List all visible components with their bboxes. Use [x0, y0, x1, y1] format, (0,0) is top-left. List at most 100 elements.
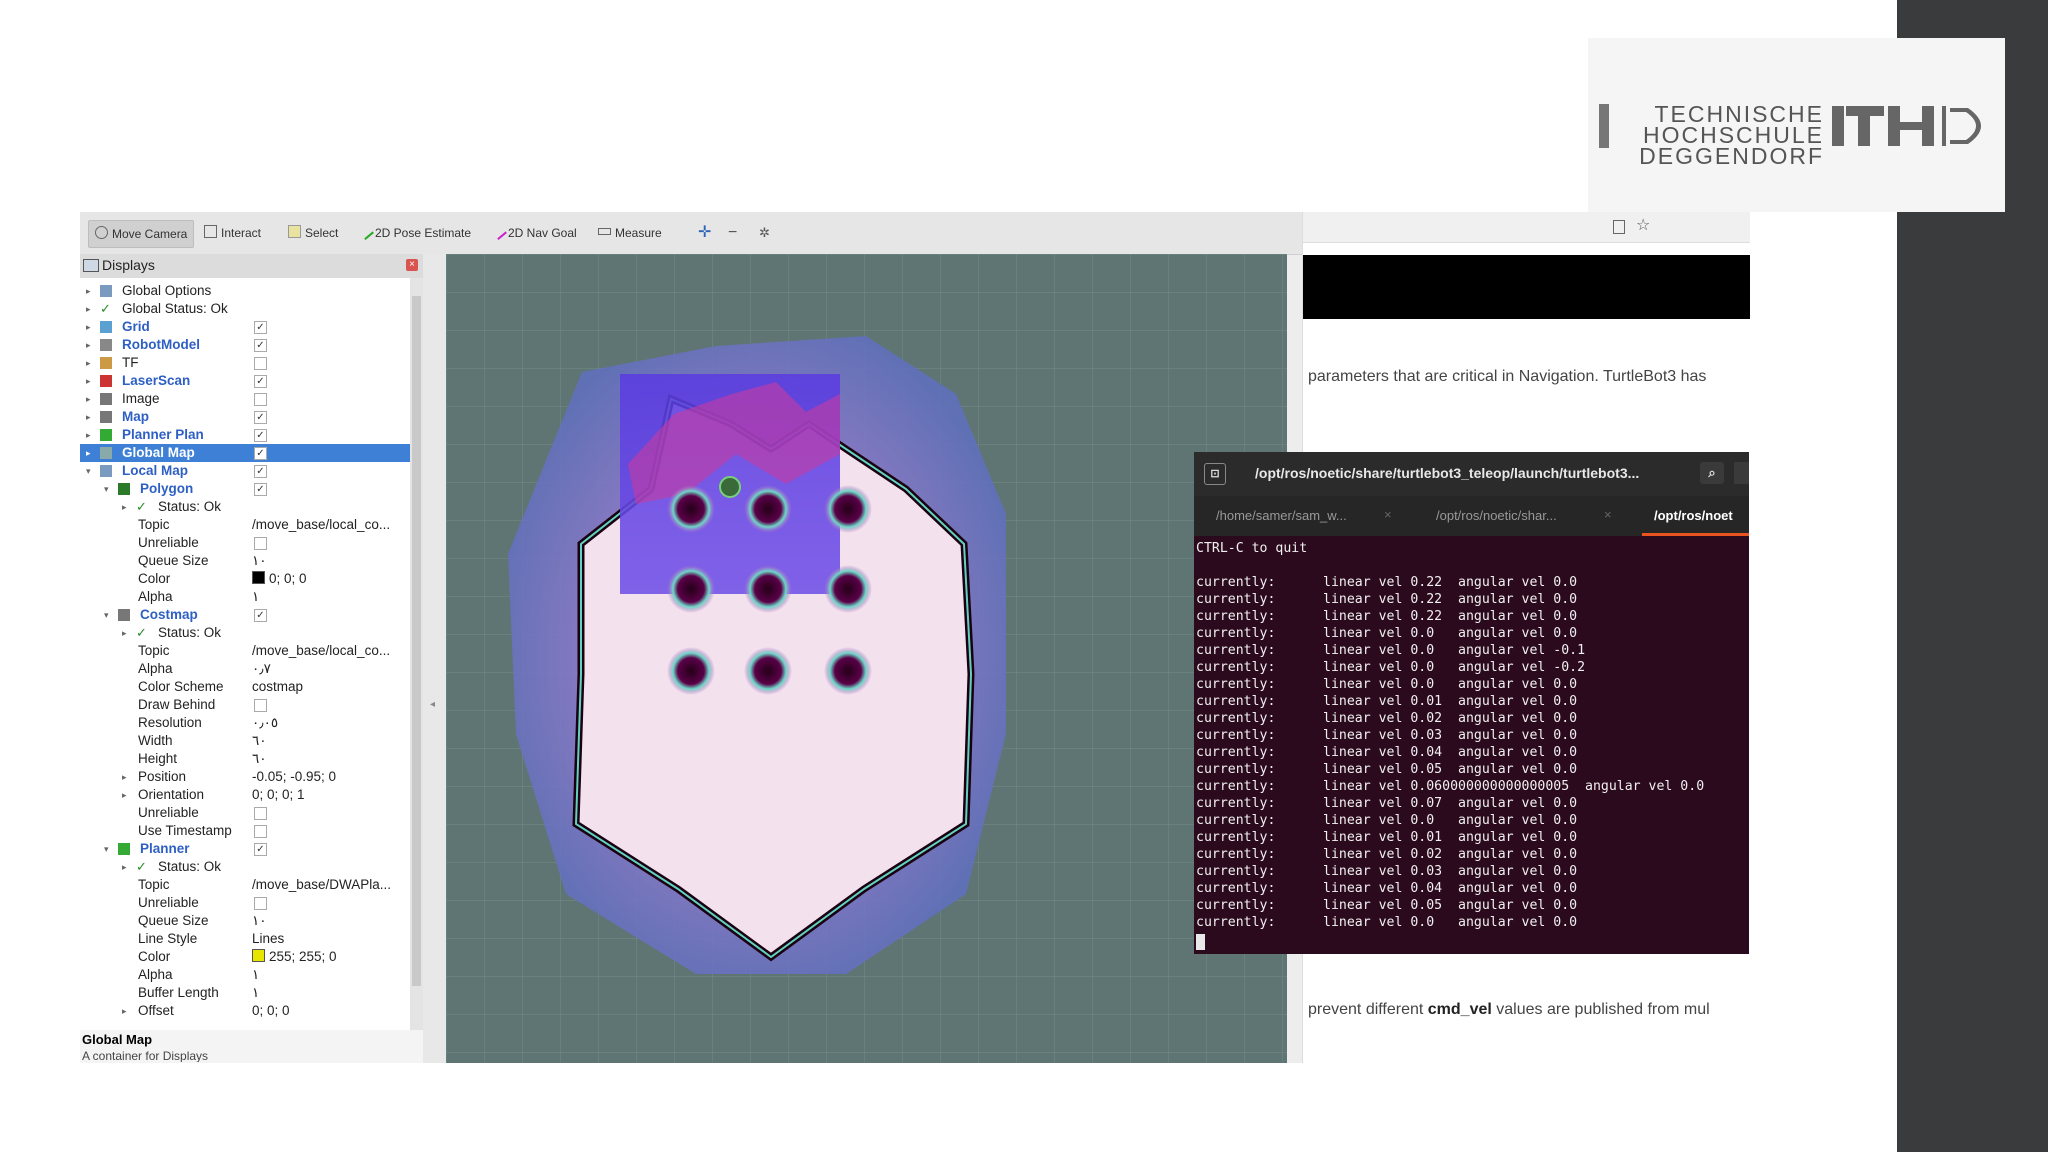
display-row[interactable]: Resolution ٠٫٠٥: [80, 714, 410, 732]
enable-checkbox[interactable]: [254, 807, 267, 820]
property-value-cell[interactable]: ١: [252, 588, 259, 606]
property-value[interactable]: /move_base/local_co...: [252, 517, 390, 532]
property-value[interactable]: /move_base/DWAPla...: [252, 877, 391, 892]
property-value[interactable]: ١٠: [252, 553, 267, 568]
display-row[interactable]: Queue Size ١٠: [80, 552, 410, 570]
display-row[interactable]: ▸ TF: [80, 354, 410, 372]
display-row[interactable]: Color 0; 0; 0: [80, 570, 410, 588]
panel-splitter[interactable]: ◂: [423, 254, 446, 1063]
property-value[interactable]: ١: [252, 967, 259, 982]
tool-properties-icon[interactable]: ✲: [753, 220, 776, 246]
enable-checkbox[interactable]: ✓: [254, 321, 267, 334]
costmap-render[interactable]: [446, 254, 1287, 1063]
property-value-cell[interactable]: /move_base/local_co...: [252, 642, 390, 660]
display-row[interactable]: ▾ Planner ✓: [80, 840, 410, 858]
display-row[interactable]: Draw Behind: [80, 696, 410, 714]
terminal-tab-active[interactable]: /opt/ros/noet: [1654, 508, 1733, 523]
property-value-cell[interactable]: 0; 0; 0; 1: [252, 786, 305, 804]
property-value-cell[interactable]: ١٠: [252, 552, 267, 570]
collapse-arrow-icon[interactable]: ▸: [122, 498, 127, 516]
enable-checkbox[interactable]: ✓: [254, 447, 267, 460]
property-value[interactable]: ٦٠: [252, 733, 267, 748]
collapse-arrow-icon[interactable]: ▸: [86, 408, 91, 426]
property-value[interactable]: ١: [252, 589, 259, 604]
tab-close-icon[interactable]: ×: [1384, 507, 1392, 522]
display-row[interactable]: ▸ ✓ Status: Ok: [80, 498, 410, 516]
bookmark-star-icon[interactable]: ☆: [1636, 215, 1650, 234]
property-value-cell[interactable]: ٠٫٠٥: [252, 714, 278, 732]
display-row[interactable]: ▸ Global Map ✓: [80, 444, 410, 462]
enable-checkbox[interactable]: ✓: [254, 339, 267, 352]
property-value[interactable]: costmap: [252, 679, 303, 694]
collapse-arrow-icon[interactable]: ▸: [122, 768, 127, 786]
collapse-arrow-icon[interactable]: ▸: [86, 354, 91, 372]
collapse-arrow-icon[interactable]: ▸: [86, 282, 91, 300]
display-row[interactable]: Color Scheme costmap: [80, 678, 410, 696]
property-value[interactable]: ٠٫٧: [252, 661, 271, 676]
display-row[interactable]: ▸ ✓ Status: Ok: [80, 858, 410, 876]
display-row[interactable]: Unreliable: [80, 804, 410, 822]
display-row[interactable]: Alpha ١: [80, 966, 410, 984]
reader-mode-icon[interactable]: [1613, 220, 1625, 234]
enable-checkbox[interactable]: [254, 699, 267, 712]
collapse-arrow-icon[interactable]: ▸: [122, 1002, 127, 1020]
enable-checkbox[interactable]: [254, 357, 267, 370]
tool-2d-pose-estimate[interactable]: 2D Pose Estimate: [354, 220, 477, 246]
display-row[interactable]: Height ٦٠: [80, 750, 410, 768]
collapse-arrow-icon[interactable]: ▸: [86, 390, 91, 408]
collapse-arrow-icon[interactable]: ▸: [122, 858, 127, 876]
property-value-cell[interactable]: 0; 0; 0: [252, 1002, 290, 1020]
enable-checkbox[interactable]: [254, 897, 267, 910]
terminal-output[interactable]: CTRL-C to quit currently: linear vel 0.22…: [1196, 536, 1749, 954]
enable-checkbox[interactable]: ✓: [254, 375, 267, 388]
property-value-cell[interactable]: /move_base/DWAPla...: [252, 876, 391, 894]
color-swatch[interactable]: [252, 571, 265, 584]
display-row[interactable]: Topic/move_base/DWAPla...: [80, 876, 410, 894]
property-value[interactable]: ٦٠: [252, 751, 267, 766]
property-value-cell[interactable]: -0.05; -0.95; 0: [252, 768, 336, 786]
collapse-arrow-icon[interactable]: ▸: [86, 444, 91, 462]
display-row[interactable]: ▸ ✓ Global Status: Ok: [80, 300, 410, 318]
expand-arrow-icon[interactable]: ▾: [104, 840, 109, 858]
collapse-arrow-icon[interactable]: ▸: [86, 372, 91, 390]
display-row[interactable]: ▸ Map ✓: [80, 408, 410, 426]
scrollbar-thumb[interactable]: [412, 296, 421, 986]
3d-view[interactable]: [446, 254, 1287, 1063]
enable-checkbox[interactable]: [254, 825, 267, 838]
tab-close-icon[interactable]: ×: [1604, 507, 1612, 522]
enable-checkbox[interactable]: ✓: [254, 411, 267, 424]
close-icon[interactable]: ×: [406, 259, 418, 271]
new-tab-icon[interactable]: ⊡: [1204, 463, 1226, 485]
tool-2d-nav-goal[interactable]: 2D Nav Goal: [487, 220, 583, 246]
collapse-arrow-icon[interactable]: ▸: [122, 624, 127, 642]
display-row[interactable]: ▾ Local Map ✓: [80, 462, 410, 480]
terminal-tab[interactable]: /home/samer/sam_w...: [1216, 508, 1347, 523]
property-value[interactable]: ١: [252, 985, 259, 1000]
property-value[interactable]: 0; 0; 0: [269, 571, 307, 586]
property-value-cell[interactable]: Lines: [252, 930, 284, 948]
display-row[interactable]: Topic/move_base/local_co...: [80, 642, 410, 660]
display-row[interactable]: ▾ Costmap ✓: [80, 606, 410, 624]
property-value-cell[interactable]: ١: [252, 966, 259, 984]
collapse-arrow-icon[interactable]: ▸: [86, 336, 91, 354]
display-row[interactable]: ▸ Grid ✓: [80, 318, 410, 336]
property-value-cell[interactable]: ٦٠: [252, 750, 267, 768]
property-value[interactable]: 0; 0; 0: [252, 1003, 290, 1018]
property-value-cell[interactable]: costmap: [252, 678, 303, 696]
property-value-cell[interactable]: ١٠: [252, 912, 267, 930]
property-value-cell[interactable]: /move_base/local_co...: [252, 516, 390, 534]
collapse-arrow-icon[interactable]: ▸: [86, 426, 91, 444]
enable-checkbox[interactable]: ✓: [254, 465, 267, 478]
collapse-arrow-icon[interactable]: ▸: [86, 300, 91, 318]
display-row[interactable]: Queue Size ١٠: [80, 912, 410, 930]
property-value-cell[interactable]: ٠٫٧: [252, 660, 271, 678]
tool-interact[interactable]: Interact: [198, 220, 267, 246]
display-row[interactable]: Use Timestamp: [80, 822, 410, 840]
display-row[interactable]: ▸ Offset 0; 0; 0: [80, 1002, 410, 1020]
property-value[interactable]: /move_base/local_co...: [252, 643, 390, 658]
property-value-cell[interactable]: ٦٠: [252, 732, 267, 750]
display-row[interactable]: ▸ Planner Plan ✓: [80, 426, 410, 444]
display-row[interactable]: ▸ RobotModel ✓: [80, 336, 410, 354]
search-icon[interactable]: ⌕: [1700, 462, 1724, 484]
display-row[interactable]: ▸ Global Options: [80, 282, 410, 300]
